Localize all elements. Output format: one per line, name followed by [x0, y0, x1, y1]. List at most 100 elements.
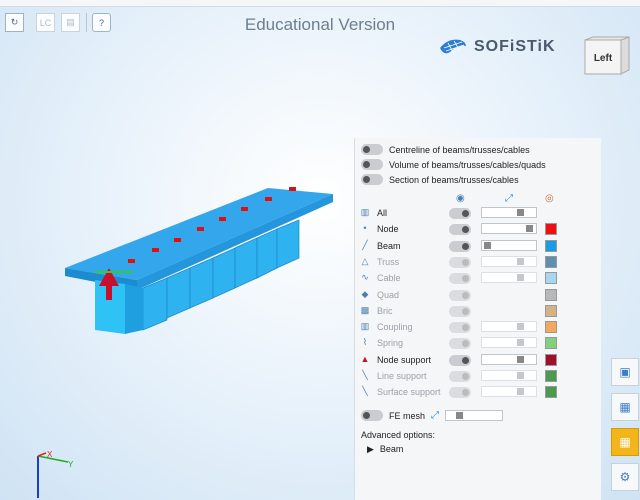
spring-size-slider[interactable]	[481, 337, 537, 349]
node-label: Node	[377, 224, 399, 235]
object-row-node-support[interactable]: ▲ Node support	[359, 353, 595, 369]
quad-color-swatch[interactable]	[545, 288, 557, 301]
axis-x-label: X	[47, 450, 53, 459]
surface-support-color-swatch[interactable]	[545, 386, 557, 399]
bric-visibility-toggle[interactable]	[449, 305, 471, 317]
coupling-color-swatch[interactable]	[545, 321, 557, 334]
cable-color-swatch[interactable]	[545, 272, 557, 285]
coupling-size-slider[interactable]	[481, 321, 537, 333]
eye-icon: ◉	[456, 193, 465, 204]
centreline-label: Centreline of beams/trusses/cables	[389, 144, 530, 155]
camera-icon[interactable]: ▣	[611, 358, 639, 386]
node-support-visibility-toggle[interactable]	[449, 354, 471, 366]
node-support-color-swatch[interactable]	[545, 353, 557, 366]
cable-size-slider[interactable]	[481, 272, 537, 284]
coupling-icon: ▥	[360, 321, 370, 332]
settings-icon[interactable]: ⚙	[611, 463, 639, 491]
quad-label: Quad	[377, 289, 400, 300]
quad-icon: ◆	[361, 288, 369, 299]
node-support-icon: ▲	[360, 353, 370, 364]
brand-logo: SOFiSTiK	[438, 36, 556, 58]
quad-visibility-toggle[interactable]	[449, 289, 471, 301]
fe-mesh-toggle[interactable]	[361, 410, 383, 421]
all-icon: ▥	[360, 207, 370, 217]
image-icon[interactable]: ▦	[611, 393, 639, 421]
fe-mesh-row[interactable]: FE mesh ⤢	[361, 410, 504, 421]
line-support-size-slider[interactable]	[481, 370, 537, 381]
spring-color-swatch[interactable]	[545, 337, 557, 350]
cable-label: Cable	[377, 273, 401, 284]
node-color-swatch[interactable]	[545, 223, 557, 236]
object-row-coupling[interactable]: ▥ Coupling	[359, 320, 595, 336]
bric-label: Bric	[377, 305, 393, 316]
cable-visibility-toggle[interactable]	[449, 273, 471, 285]
node-visibility-toggle[interactable]	[449, 224, 471, 236]
line-support-icon: ╲	[362, 370, 368, 380]
sofistik-logo-icon	[440, 39, 466, 55]
all-label: All	[377, 208, 388, 218]
brand-name: SOFiSTiK	[474, 38, 556, 55]
node-size-slider[interactable]	[481, 223, 537, 235]
line-support-color-swatch[interactable]	[545, 370, 557, 382]
object-row-all[interactable]: ▥ All	[359, 206, 595, 222]
line-support-visibility-toggle[interactable]	[449, 371, 471, 382]
object-row-surface-support[interactable]: ╲ Surface support	[359, 385, 595, 401]
grid-icon[interactable]: ▦	[611, 428, 639, 456]
display-options-panel: Centreline of beams/trusses/cables Volum…	[354, 138, 601, 500]
all-visibility-toggle[interactable]	[449, 208, 471, 219]
volume-toggle[interactable]	[361, 159, 383, 170]
object-row-bric[interactable]: ▩ Bric	[359, 304, 595, 320]
beam-size-slider[interactable]	[481, 239, 537, 251]
surface-support-icon: ╲	[362, 386, 368, 397]
truss-size-slider[interactable]	[481, 255, 537, 267]
toggle-volume[interactable]: Volume of beams/trusses/cables/quads	[361, 159, 546, 170]
node-support-label: Node support	[377, 354, 432, 365]
fe-mesh-expand-icon: ⤢	[431, 410, 440, 421]
surface-support-label: Surface support	[377, 387, 441, 398]
node-support-size-slider[interactable]	[481, 353, 537, 365]
expand-icon: ⤢	[505, 193, 513, 204]
object-row-quad[interactable]: ◆ Quad	[359, 288, 595, 304]
centreline-toggle[interactable]	[361, 144, 383, 155]
truss-visibility-toggle[interactable]	[449, 256, 471, 268]
object-row-cable[interactable]: ∿ Cable	[359, 271, 595, 287]
surface-support-visibility-toggle[interactable]	[449, 387, 471, 399]
bric-color-swatch[interactable]	[545, 304, 557, 317]
model-viewport[interactable]	[55, 180, 355, 350]
beam-label: Beam	[377, 240, 401, 251]
advanced-beam-label: Beam	[379, 444, 404, 454]
toggle-section[interactable]: Section of beams/trusses/cables	[361, 174, 519, 185]
end-block-side	[125, 284, 143, 334]
beam-visibility-toggle[interactable]	[449, 240, 471, 252]
line-support-label: Line support	[377, 371, 427, 381]
toggle-centreline[interactable]: Centreline of beams/trusses/cables	[361, 144, 530, 155]
volume-label: Volume of beams/trusses/cables/quads	[389, 159, 546, 170]
expand-arrow-icon: ▶	[367, 444, 374, 454]
truss-label: Truss	[377, 256, 400, 267]
node-icon: •	[363, 223, 367, 234]
beam-icon: ╱	[362, 239, 368, 250]
all-size-slider[interactable]	[481, 207, 537, 218]
fe-mesh-label: FE mesh	[389, 410, 426, 421]
bric-icon: ▩	[360, 304, 370, 315]
object-row-node[interactable]: • Node	[359, 222, 595, 238]
object-row-truss[interactable]: △ Truss	[359, 255, 595, 271]
view-cube-label: Left	[594, 53, 613, 64]
truss-icon: △	[361, 255, 369, 266]
object-row-line-support[interactable]: ╲ Line support	[359, 369, 595, 385]
cable-icon: ∿	[361, 272, 369, 283]
beam-color-swatch[interactable]	[545, 239, 557, 252]
coupling-visibility-toggle[interactable]	[449, 322, 471, 334]
object-row-spring[interactable]: ⌇ Spring	[359, 336, 595, 352]
advanced-beam-item[interactable]: ▶ Beam	[367, 444, 403, 455]
truss-color-swatch[interactable]	[545, 255, 557, 268]
object-row-beam[interactable]: ╱ Beam	[359, 239, 595, 255]
coupling-label: Coupling	[377, 322, 413, 333]
spring-visibility-toggle[interactable]	[449, 338, 471, 350]
view-cube[interactable]: Left	[583, 36, 633, 78]
color-icon: ◎	[545, 193, 554, 204]
fe-mesh-slider[interactable]	[445, 410, 504, 421]
section-label: Section of beams/trusses/cables	[389, 174, 519, 185]
surface-support-size-slider[interactable]	[481, 386, 537, 398]
section-toggle[interactable]	[361, 174, 383, 185]
